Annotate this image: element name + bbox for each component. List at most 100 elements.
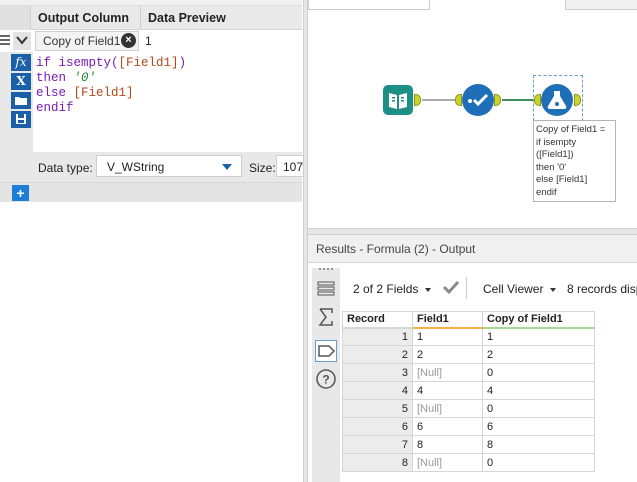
variable-icon[interactable]: X: [11, 73, 31, 90]
expression-token: ): [178, 56, 187, 70]
table-row[interactable]: 444: [342, 381, 595, 400]
clear-field-icon[interactable]: ×: [121, 33, 136, 48]
formula-row[interactable]: Copy of Field1 1: [0, 31, 302, 51]
data-type-row: Data type: V_WString Size: 10737418: [33, 152, 316, 182]
field1-cell[interactable]: [Null]: [412, 399, 483, 418]
table-view-icon[interactable]: [315, 278, 337, 300]
formula-tool-icon[interactable]: [541, 84, 573, 116]
field1-cell[interactable]: [Null]: [412, 453, 483, 472]
add-formula-button[interactable]: +: [12, 185, 29, 201]
metadata-tag-icon[interactable]: [315, 340, 337, 362]
record-cell[interactable]: 8: [342, 453, 413, 472]
expression-token: then: [36, 71, 74, 85]
field1-cell[interactable]: 4: [412, 381, 483, 400]
record-cell[interactable]: 6: [342, 417, 413, 436]
record-cell[interactable]: 2: [342, 345, 413, 364]
record-cell[interactable]: 5: [342, 399, 413, 418]
expression-line[interactable]: if isempty([Field1]): [36, 56, 302, 71]
record-cell[interactable]: 1: [342, 327, 413, 346]
apply-check-icon[interactable]: [442, 279, 460, 298]
canvas-tab-secondary[interactable]: [565, 0, 637, 10]
record-cell[interactable]: 7: [342, 435, 413, 454]
function-icon[interactable]: fx: [11, 54, 31, 71]
expression-line[interactable]: then '0': [36, 71, 302, 86]
field1-cell[interactable]: 6: [412, 417, 483, 436]
header-gutter: [0, 6, 31, 30]
field1-column-header[interactable]: Field1: [412, 311, 483, 329]
record-cell[interactable]: 4: [342, 381, 413, 400]
results-toolbar: 2 of 2 Fields Cell Viewer 8 records disp: [344, 273, 637, 303]
expression-token: else: [36, 86, 74, 100]
chevron-down-icon: [425, 287, 432, 292]
expression-token: '0': [73, 71, 97, 85]
toolbar-separator: [466, 277, 467, 299]
input-anchor[interactable]: [455, 94, 462, 106]
data-preview-header: Data Preview: [148, 11, 226, 25]
save-expression-icon[interactable]: [11, 111, 31, 128]
field1-cell[interactable]: 1: [412, 327, 483, 346]
copy-of-field1-cell[interactable]: 0: [482, 363, 595, 382]
results-panel: Results - Formula (2) - Output ? 2 of 2 …: [308, 235, 637, 482]
record-column-header[interactable]: Record: [342, 311, 413, 329]
table-row[interactable]: 222: [342, 345, 595, 364]
results-title: Results - Formula (2) - Output: [308, 235, 637, 263]
help-icon[interactable]: ?: [315, 368, 337, 390]
select-tool-icon[interactable]: [462, 84, 494, 116]
copy-of-field1-cell[interactable]: 4: [482, 381, 595, 400]
collapse-chevron-icon[interactable]: [13, 32, 31, 50]
add-formula-row: +: [0, 182, 302, 202]
sidebar-grip[interactable]: [319, 268, 333, 271]
expression-editor[interactable]: if isempty([Field1]) then '0' else [Field1…: [33, 52, 302, 152]
output-anchor[interactable]: [414, 94, 421, 106]
canvas-tab[interactable]: [308, 0, 430, 10]
expression-token: isempty: [58, 56, 112, 70]
expression-line[interactable]: endif: [36, 101, 302, 116]
table-row[interactable]: 3 [Null] 0: [342, 363, 595, 382]
cell-viewer-label: Cell Viewer: [483, 282, 544, 296]
expression-line[interactable]: else [Field1]: [36, 86, 302, 101]
expression-token: if: [36, 56, 59, 70]
workflow-canvas[interactable]: Copy of Field1 = if isempty ([Field1]) t…: [308, 0, 637, 228]
input-data-tool-icon[interactable]: [383, 85, 413, 115]
field1-cell[interactable]: 8: [412, 435, 483, 454]
cell-viewer-dropdown[interactable]: Cell Viewer: [483, 282, 557, 296]
data-type-select[interactable]: V_WString: [96, 155, 242, 177]
open-expression-icon[interactable]: [11, 92, 31, 109]
record-cell[interactable]: 3: [342, 363, 413, 382]
field1-cell[interactable]: [Null]: [412, 363, 483, 382]
copy-of-field1-cell[interactable]: 1: [482, 327, 595, 346]
copy-of-field1-column-header[interactable]: Copy of Field1: [482, 311, 595, 329]
summary-icon[interactable]: [315, 306, 337, 328]
header-separator: [140, 6, 141, 30]
fields-selector-label: 2 of 2 Fields: [353, 282, 419, 296]
size-label: Size:: [249, 161, 276, 175]
expression-token: [Field1]: [118, 56, 179, 70]
table-row[interactable]: 666: [342, 417, 595, 436]
tool-annotation: Copy of Field1 = if isempty ([Field1]) t…: [533, 120, 616, 202]
fields-selector[interactable]: 2 of 2 Fields: [353, 282, 432, 296]
table-row[interactable]: 111: [342, 327, 595, 346]
records-count: 8 records disp: [567, 282, 637, 296]
grid-header-row: Record Field1 Copy of Field1: [342, 311, 595, 329]
expression-token: [Field1]: [73, 86, 134, 100]
data-type-label: Data type:: [38, 161, 93, 175]
dropdown-arrow-icon: [222, 164, 232, 170]
horizontal-splitter[interactable]: [308, 228, 637, 235]
results-sidebar: ?: [312, 268, 340, 482]
copy-of-field1-cell[interactable]: 6: [482, 417, 595, 436]
output-anchor[interactable]: [494, 94, 501, 106]
copy-of-field1-cell[interactable]: 0: [482, 399, 595, 418]
copy-of-field1-cell[interactable]: 8: [482, 435, 595, 454]
results-grid: Record Field1 Copy of Field1 1 1 1 2 2 2 3 [Nul…: [342, 311, 595, 472]
copy-of-field1-cell[interactable]: 2: [482, 345, 595, 364]
connection-line: [422, 99, 457, 101]
table-row[interactable]: 8 [Null] 0: [342, 453, 595, 472]
expression-toolbar: fx X: [11, 54, 33, 130]
drag-handle-icon[interactable]: [0, 35, 10, 47]
data-type-value: V_WString: [107, 160, 165, 174]
expression-token: (: [111, 56, 119, 70]
table-row[interactable]: 5 [Null] 0: [342, 399, 595, 418]
copy-of-field1-cell[interactable]: 0: [482, 453, 595, 472]
field1-cell[interactable]: 2: [412, 345, 483, 364]
table-row[interactable]: 788: [342, 435, 595, 454]
